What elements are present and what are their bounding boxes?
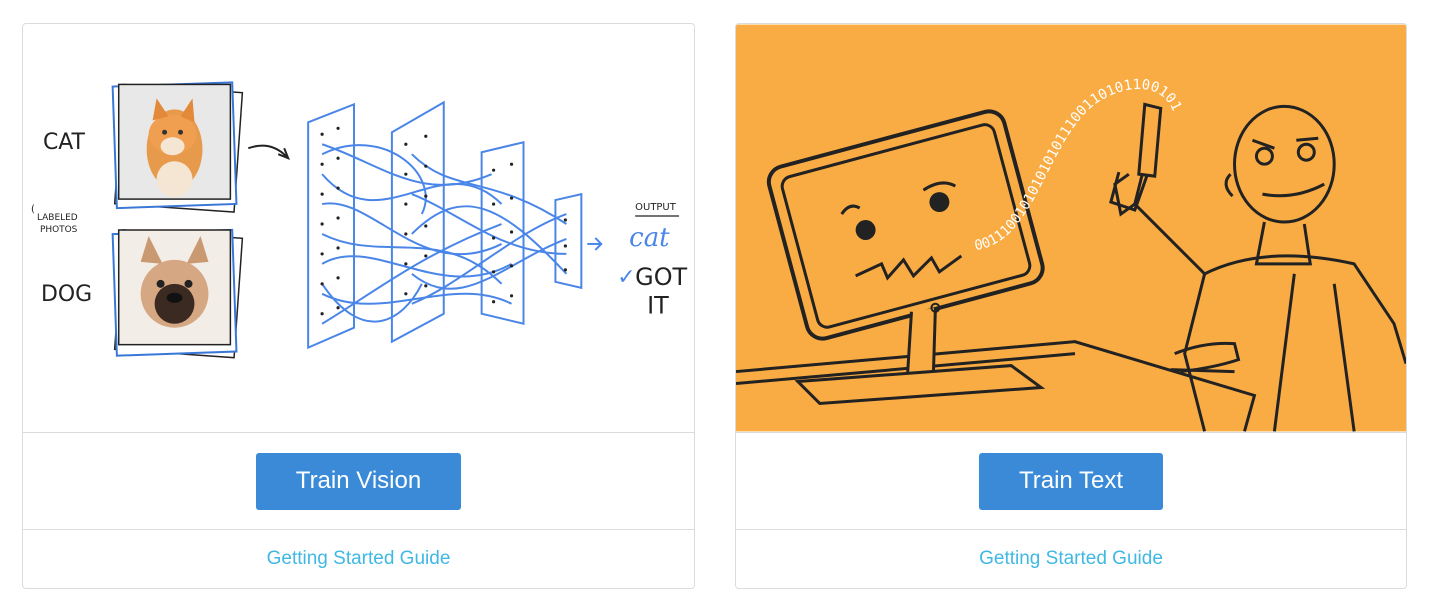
output-label: OUTPUT — [635, 202, 677, 213]
text-illustration: 0011100101010101011100110101100101 — [736, 24, 1406, 433]
train-vision-card: CAT ( LABELED PHOTOS DOG OUTPUT cat ✓ GO… — [22, 23, 695, 589]
vision-illustration: CAT ( LABELED PHOTOS DOG OUTPUT cat ✓ GO… — [23, 24, 694, 433]
text-action-row: Train Text — [736, 433, 1406, 530]
train-text-card: 0011100101010101011100110101100101 Train… — [735, 23, 1407, 589]
bracket-open: ( — [31, 204, 35, 215]
train-text-button[interactable]: Train Text — [978, 452, 1164, 510]
vision-getting-started-link[interactable]: Getting Started Guide — [267, 548, 451, 570]
train-vision-button[interactable]: Train Vision — [255, 452, 462, 510]
cat-photo — [111, 81, 244, 213]
labeled-label: LABELED — [37, 213, 78, 223]
dog-label: DOG — [41, 282, 92, 307]
vision-action-row: Train Vision — [23, 433, 694, 530]
output-cat: cat — [629, 223, 670, 253]
text-guide-row: Getting Started Guide — [736, 530, 1406, 588]
vision-guide-row: Getting Started Guide — [23, 530, 694, 588]
text-getting-started-link[interactable]: Getting Started Guide — [979, 548, 1163, 570]
cat-label: CAT — [43, 130, 86, 155]
check-icon: ✓ — [617, 265, 635, 290]
photos-label: PHOTOS — [40, 225, 78, 235]
it-label: IT — [647, 292, 669, 320]
dog-photo — [111, 228, 244, 359]
got-label: GOT — [635, 263, 687, 291]
